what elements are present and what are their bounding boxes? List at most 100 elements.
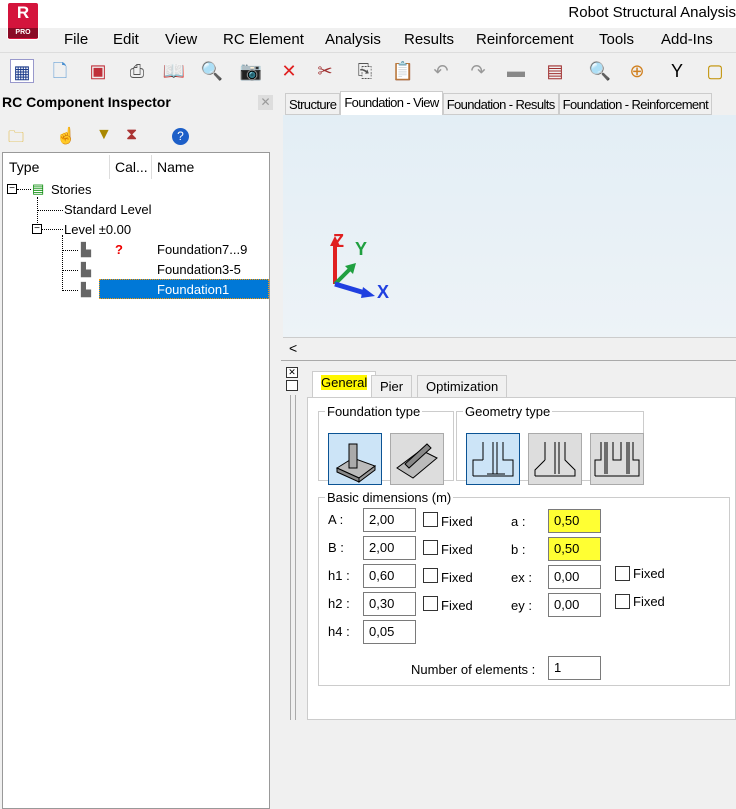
dimension-input[interactable]: 0,05: [363, 620, 416, 644]
zoom-window-icon[interactable]: ⊕: [625, 59, 649, 83]
new-file-icon[interactable]: 🗋: [48, 59, 72, 83]
tab-general[interactable]: General: [312, 371, 377, 398]
calculator-icon[interactable]: ▤: [543, 59, 567, 83]
folder-add-icon[interactable]: 🗀: [8, 126, 24, 153]
menu-rc-element[interactable]: RC Element: [223, 31, 304, 48]
filter-icon[interactable]: ▼: [96, 126, 112, 144]
field-label: B :: [328, 540, 344, 555]
dimension-input[interactable]: 2,00: [363, 508, 416, 532]
menu-add-ins[interactable]: Add-Ins: [661, 31, 713, 48]
screenshot-icon[interactable]: 📷: [239, 59, 263, 83]
tree-node-level[interactable]: Level ±0.00: [64, 222, 131, 237]
menu-analysis[interactable]: Analysis: [325, 31, 381, 48]
geometry-double-button[interactable]: [590, 433, 644, 485]
tree-item-foundation-selected[interactable]: Foundation1: [99, 279, 269, 299]
scroll-left-button[interactable]: <: [289, 340, 297, 356]
collapse-stories-button[interactable]: −: [7, 184, 17, 194]
menu-results[interactable]: Results: [404, 31, 454, 48]
update-icon[interactable]: Y: [665, 59, 689, 83]
delete-icon[interactable]: ✕: [277, 59, 301, 83]
fixed-checkbox[interactable]: [423, 512, 438, 527]
fixed-label: Fixed: [633, 594, 665, 609]
tab-structure[interactable]: Structure: [285, 93, 341, 115]
dimension-input[interactable]: 0,30: [363, 592, 416, 616]
dimension-input[interactable]: 0,50: [548, 537, 601, 561]
tree-node-stories[interactable]: Stories: [51, 182, 91, 197]
panel-title: RC Component Inspector: [2, 94, 171, 110]
foundation-icon: ▙: [81, 282, 91, 297]
fixed-checkbox[interactable]: [615, 566, 630, 581]
spread-footing-button[interactable]: [328, 433, 382, 485]
window-title: Robot Structural Analysis: [568, 4, 736, 21]
zoom-icon[interactable]: 🔍: [588, 59, 612, 83]
menu-edit[interactable]: Edit: [113, 31, 139, 48]
menu-view[interactable]: View: [165, 31, 197, 48]
paste-icon[interactable]: 📋: [391, 59, 415, 83]
tab-pier[interactable]: Pier: [371, 375, 413, 397]
tab-foundation-view[interactable]: Foundation - View: [340, 91, 443, 115]
dimension-input[interactable]: 0,60: [363, 564, 416, 588]
fixed-label: Fixed: [441, 514, 473, 529]
field-label: h2 :: [328, 596, 350, 611]
logo-badge: PRO: [8, 28, 38, 38]
cut-icon[interactable]: ✂: [313, 59, 337, 83]
tree-item-foundation[interactable]: Foundation7...9: [157, 242, 247, 257]
inspector-icon[interactable]: ▦: [10, 59, 34, 83]
tab-optimization[interactable]: Optimization: [417, 375, 508, 397]
tree-item-foundation[interactable]: Foundation3-5: [157, 262, 241, 277]
calc-status: ?: [115, 242, 123, 257]
main-area: Structure Foundation - View Foundation -…: [281, 90, 736, 720]
fixed-checkbox[interactable]: [423, 568, 438, 583]
dimension-input[interactable]: 2,00: [363, 536, 416, 560]
geometry-type-label: Geometry type: [465, 404, 551, 419]
column-type[interactable]: Type: [9, 159, 39, 175]
field-label: b :: [511, 542, 526, 557]
print-icon[interactable]: ⎙: [125, 59, 149, 83]
fixed-checkbox[interactable]: [423, 596, 438, 611]
app-logo[interactable]: R PRO: [8, 3, 38, 39]
preview-icon[interactable]: 🔍: [200, 59, 224, 83]
save-icon[interactable]: ▣: [86, 59, 110, 83]
tab-foundation-reinforcement[interactable]: Foundation - Reinforcement: [558, 93, 713, 115]
redo-icon[interactable]: ↷: [466, 59, 490, 83]
dimension-input[interactable]: 0,00: [548, 565, 601, 589]
foundation-type-label: Foundation type: [327, 404, 421, 419]
copy-icon[interactable]: ⎘: [353, 59, 377, 83]
spread-footing-icon: [335, 443, 377, 483]
strip-footing-button[interactable]: [390, 433, 444, 485]
tab-foundation-results[interactable]: Foundation - Results: [442, 93, 559, 115]
toolbar: ▦ 🗋 ▣ ⎙ 📖 🔍 📷 ✕ ✂ ⎘ 📋 ↶ ↷ ▬ ▤ 🔍 ⊕ Y ▢: [0, 52, 736, 88]
geometry-rectangular-button[interactable]: [466, 433, 520, 485]
help-icon[interactable]: ?: [172, 128, 189, 145]
foundation-type-group: Foundation type: [318, 404, 454, 485]
fixed-checkbox[interactable]: [615, 594, 630, 609]
horizontal-scrollbar[interactable]: <: [283, 337, 736, 357]
geometry-tapered-button[interactable]: [528, 433, 582, 485]
clear-filter-icon[interactable]: ⧗: [126, 126, 137, 144]
number-of-elements-input[interactable]: 1: [548, 656, 601, 680]
column-name[interactable]: Name: [157, 159, 194, 175]
table-icon[interactable]: ▢: [703, 59, 727, 83]
splitter-handle[interactable]: [290, 395, 296, 720]
number-of-elements-label: Number of elements :: [411, 662, 536, 677]
close-icon[interactable]: ✕: [258, 95, 273, 110]
print-preview-icon[interactable]: 📖: [162, 59, 186, 83]
3d-viewport[interactable]: Z Y X: [283, 115, 736, 337]
tapered-footing-icon: [534, 442, 576, 477]
dimension-input[interactable]: 0,00: [548, 593, 601, 617]
display-icon[interactable]: ▬: [504, 59, 528, 83]
maximize-icon[interactable]: [286, 380, 298, 391]
hand-icon[interactable]: ☝: [56, 126, 76, 146]
view-tabs: Structure Foundation - View Foundation -…: [285, 90, 713, 115]
fixed-checkbox[interactable]: [423, 540, 438, 555]
menu-tools[interactable]: Tools: [599, 31, 634, 48]
menu-file[interactable]: File: [64, 31, 88, 48]
dimension-input[interactable]: 0,50: [548, 509, 601, 533]
tree-node-standard-level[interactable]: Standard Level: [64, 202, 151, 217]
collapse-level-button[interactable]: −: [32, 224, 42, 234]
close-icon[interactable]: ✕: [286, 367, 298, 378]
column-calc[interactable]: Cal...: [115, 159, 148, 175]
undo-icon[interactable]: ↶: [429, 59, 453, 83]
menu-reinforcement[interactable]: Reinforcement: [476, 31, 574, 48]
tab-general-label: General: [321, 375, 368, 390]
